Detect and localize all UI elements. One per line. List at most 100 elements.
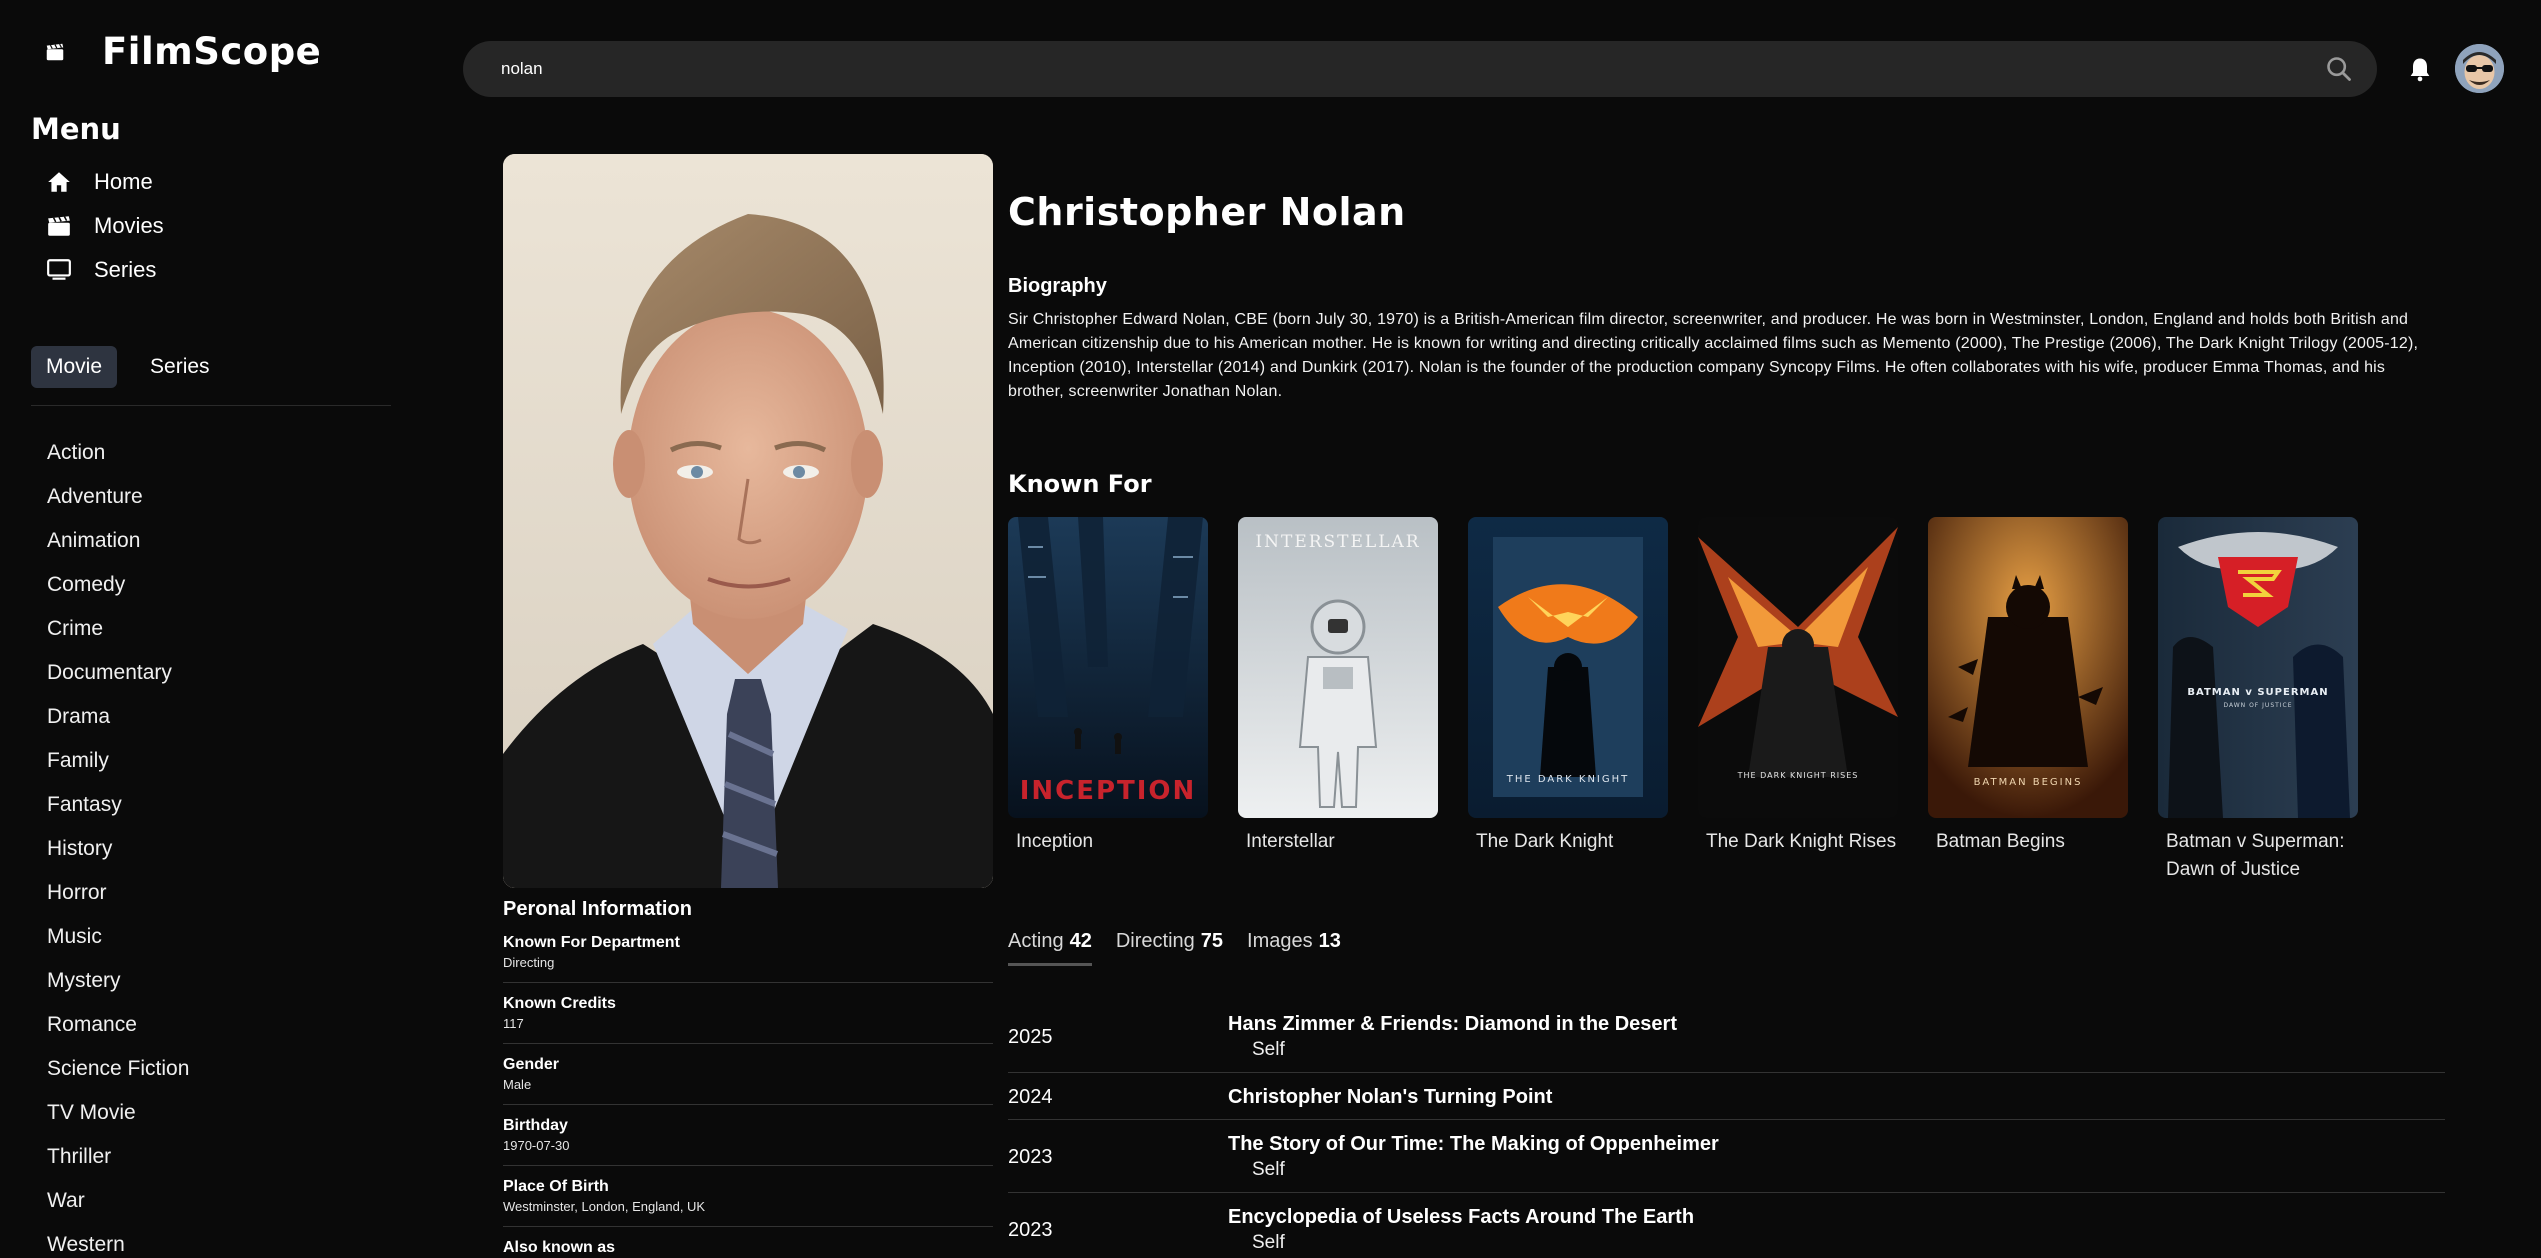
search-bar [463,41,2377,97]
menu-list: Home Movies Series [46,160,164,292]
movie-title: Interstellar [1246,831,1335,852]
info-known-for-department: Known For Department Directing [503,933,993,983]
poster-subtitle: DAWN OF JUSTICE [2223,702,2292,709]
credit-row[interactable]: 2023 Encyclopedia of Useless Facts Aroun… [1008,1193,2445,1258]
credit-role: Self [1252,1232,1285,1253]
poster-title: INCEPTION [1020,776,1197,806]
info-value: 1970-07-30 [503,1138,570,1153]
genre-list: Action Adventure Animation Comedy Crime … [47,431,189,1258]
genre-item[interactable]: History [47,827,189,871]
info-value: 117 [503,1016,524,1031]
personal-info-heading: Peronal Information [503,898,692,920]
menu-item-series[interactable]: Series [46,248,164,292]
movie-card[interactable]: INTERSTELLAR Interstellar [1238,517,1438,884]
profile-photo [503,154,993,888]
genre-item[interactable]: Crime [47,607,189,651]
poster-title: THE DARK KNIGHT RISES [1737,771,1859,780]
search-icon[interactable] [2325,55,2353,83]
info-label: Gender [503,1056,560,1073]
genre-item[interactable]: Western [47,1223,189,1258]
genre-item[interactable]: Romance [47,1003,189,1047]
credit-row[interactable]: 2023 The Story of Our Time: The Making o… [1008,1120,2445,1193]
tab-label: Directing [1115,930,1195,952]
info-label: Known Credits [503,995,616,1012]
genre-item[interactable]: Horror [47,871,189,915]
genre-item[interactable]: Mystery [47,959,189,1003]
clapperboard-icon [46,43,64,60]
movie-title: The Dark Knight Rises [1706,831,1897,852]
genre-item[interactable]: Documentary [47,651,189,695]
home-icon [48,172,70,192]
info-value: Directing [503,955,555,970]
info-label: Known For Department [503,934,680,951]
clapperboard-icon [48,216,70,236]
user-avatar[interactable] [2455,44,2504,93]
tab-label: Acting [1008,930,1064,952]
type-toggle: Movie Series [31,346,225,388]
info-label: Place Of Birth [503,1178,609,1195]
genre-item[interactable]: Adventure [47,475,189,519]
movie-title: Inception [1016,831,1094,852]
genre-item[interactable]: Action [47,431,189,475]
tab-images[interactable]: Images 13 [1247,930,1341,966]
info-gender: Gender Male [503,1055,993,1105]
movie-title: Batman v Superman: Dawn of Justice [2166,831,2345,880]
genre-item[interactable]: Comedy [47,563,189,607]
monitor-icon [47,259,71,280]
brand[interactable]: FilmScope [44,30,321,73]
info-also-known-as: Also known as [503,1238,993,1258]
credit-year: 2023 [1008,1145,1053,1168]
menu-heading: Menu [31,112,121,146]
credit-row[interactable]: 2024 Christopher Nolan's Turning Point [1008,1073,2445,1120]
info-birthday: Birthday 1970-07-30 [503,1116,993,1166]
credit-year: 2023 [1008,1218,1053,1241]
genre-item[interactable]: Drama [47,695,189,739]
tab-label: Images [1247,930,1313,952]
genre-item[interactable]: War [47,1179,189,1223]
app-root: FilmScope Menu Home Movies Series Movie … [0,0,2541,1258]
info-value: Westminster, London, England, UK [503,1199,706,1214]
credit-title: Christopher Nolan's Turning Point [1228,1086,1553,1108]
person-name: Christopher Nolan [1008,190,1406,234]
tab-count: 42 [1069,930,1092,952]
poster-title: BATMAN v SUPERMAN [2187,687,2328,698]
biography-text: Sir Christopher Edward Nolan, CBE (born … [1008,311,2419,400]
movie-poster: INCEPTION [1008,517,1208,818]
credit-row[interactable]: 2025 Hans Zimmer & Friends: Diamond in t… [1008,1000,2445,1073]
genre-item[interactable]: Family [47,739,189,783]
movie-card[interactable]: INCEPTION Inception [1008,517,1208,884]
toggle-series[interactable]: Series [135,346,225,388]
menu-item-movies[interactable]: Movies [46,204,164,248]
tab-acting[interactable]: Acting 42 [1008,930,1092,966]
biography-heading: Biography [1008,275,1107,297]
sidebar-divider [31,405,391,406]
movie-card[interactable]: BATMAN BEGINS Batman Begins [1928,517,2128,884]
bell-icon[interactable] [2406,55,2434,83]
info-value: Male [503,1077,532,1092]
info-known-credits: Known Credits 117 [503,994,993,1044]
toggle-movie[interactable]: Movie [31,346,118,388]
movie-card[interactable]: THE DARK KNIGHT RISES The Dark Knight Ri… [1698,517,1898,884]
credit-role: Self [1252,1039,1285,1060]
genre-item[interactable]: Fantasy [47,783,189,827]
poster-title: THE DARK KNIGHT [1506,774,1630,785]
tab-directing[interactable]: Directing 75 [1116,930,1223,966]
movie-card[interactable]: BATMAN v SUPERMAN DAWN OF JUSTICE Batman… [2158,517,2358,884]
menu-item-label: Series [94,257,157,282]
genre-item[interactable]: Thriller [47,1135,189,1179]
search-input[interactable] [501,41,2261,97]
personal-info: Peronal Information Known For Department… [503,898,993,1258]
menu-item-label: Home [94,169,153,194]
credits-list: 2025 Hans Zimmer & Friends: Diamond in t… [1008,1000,2445,1258]
menu-item-home[interactable]: Home [46,160,164,204]
genre-item[interactable]: Science Fiction [47,1047,189,1091]
menu-item-label: Movies [94,213,164,238]
genre-item[interactable]: TV Movie [47,1091,189,1135]
poster-title: INTERSTELLAR [1255,532,1420,552]
known-for-row: INCEPTION Inception INTERSTELLAR Interst… [1008,517,2358,884]
info-label: Birthday [503,1117,568,1134]
movie-title: Batman Begins [1936,831,2065,852]
movie-card[interactable]: THE DARK KNIGHT The Dark Knight [1468,517,1668,884]
genre-item[interactable]: Animation [47,519,189,563]
genre-item[interactable]: Music [47,915,189,959]
